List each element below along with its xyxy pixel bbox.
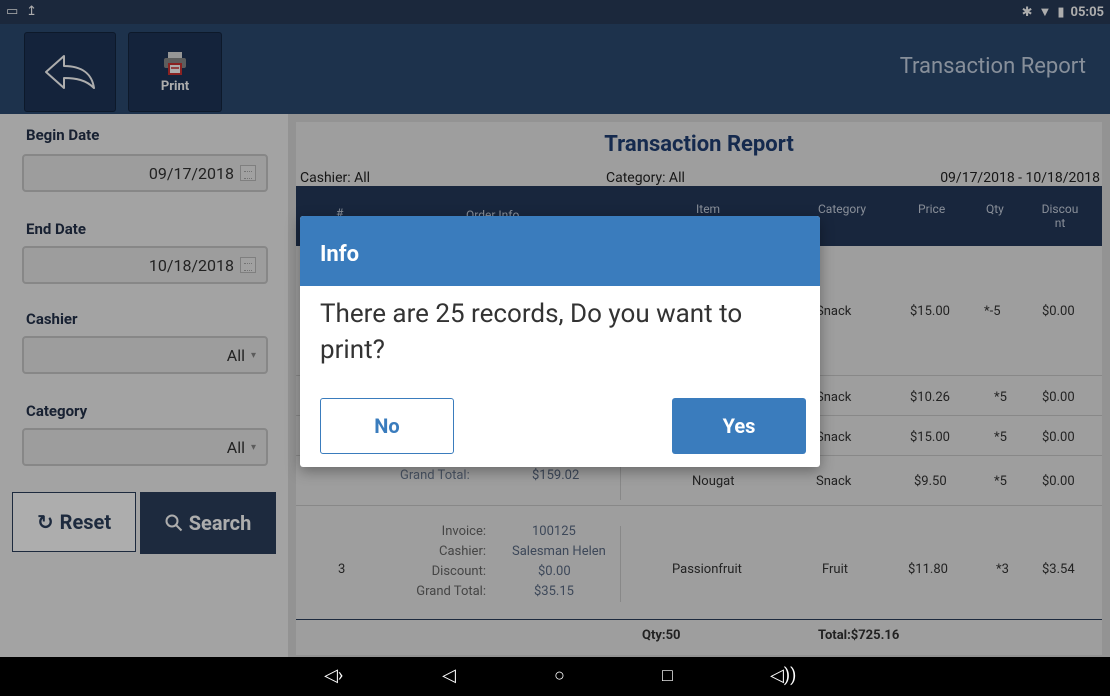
home-icon[interactable]: ○ — [554, 665, 565, 686]
no-button[interactable]: No — [320, 398, 454, 454]
info-dialog: Info There are 25 records, Do you want t… — [300, 216, 820, 467]
volume-down-icon[interactable]: ◁› — [324, 665, 343, 686]
volume-up-icon[interactable]: ◁)) — [770, 665, 796, 686]
dialog-message: There are 25 records, Do you want to pri… — [320, 299, 743, 365]
yes-button[interactable]: Yes — [672, 398, 806, 454]
recents-icon[interactable]: □ — [662, 665, 673, 686]
dialog-title: Info — [300, 216, 820, 286]
back-nav-icon[interactable]: ◁ — [442, 665, 456, 686]
navigation-bar: ◁› ◁ ○ □ ◁)) — [0, 657, 1110, 696]
